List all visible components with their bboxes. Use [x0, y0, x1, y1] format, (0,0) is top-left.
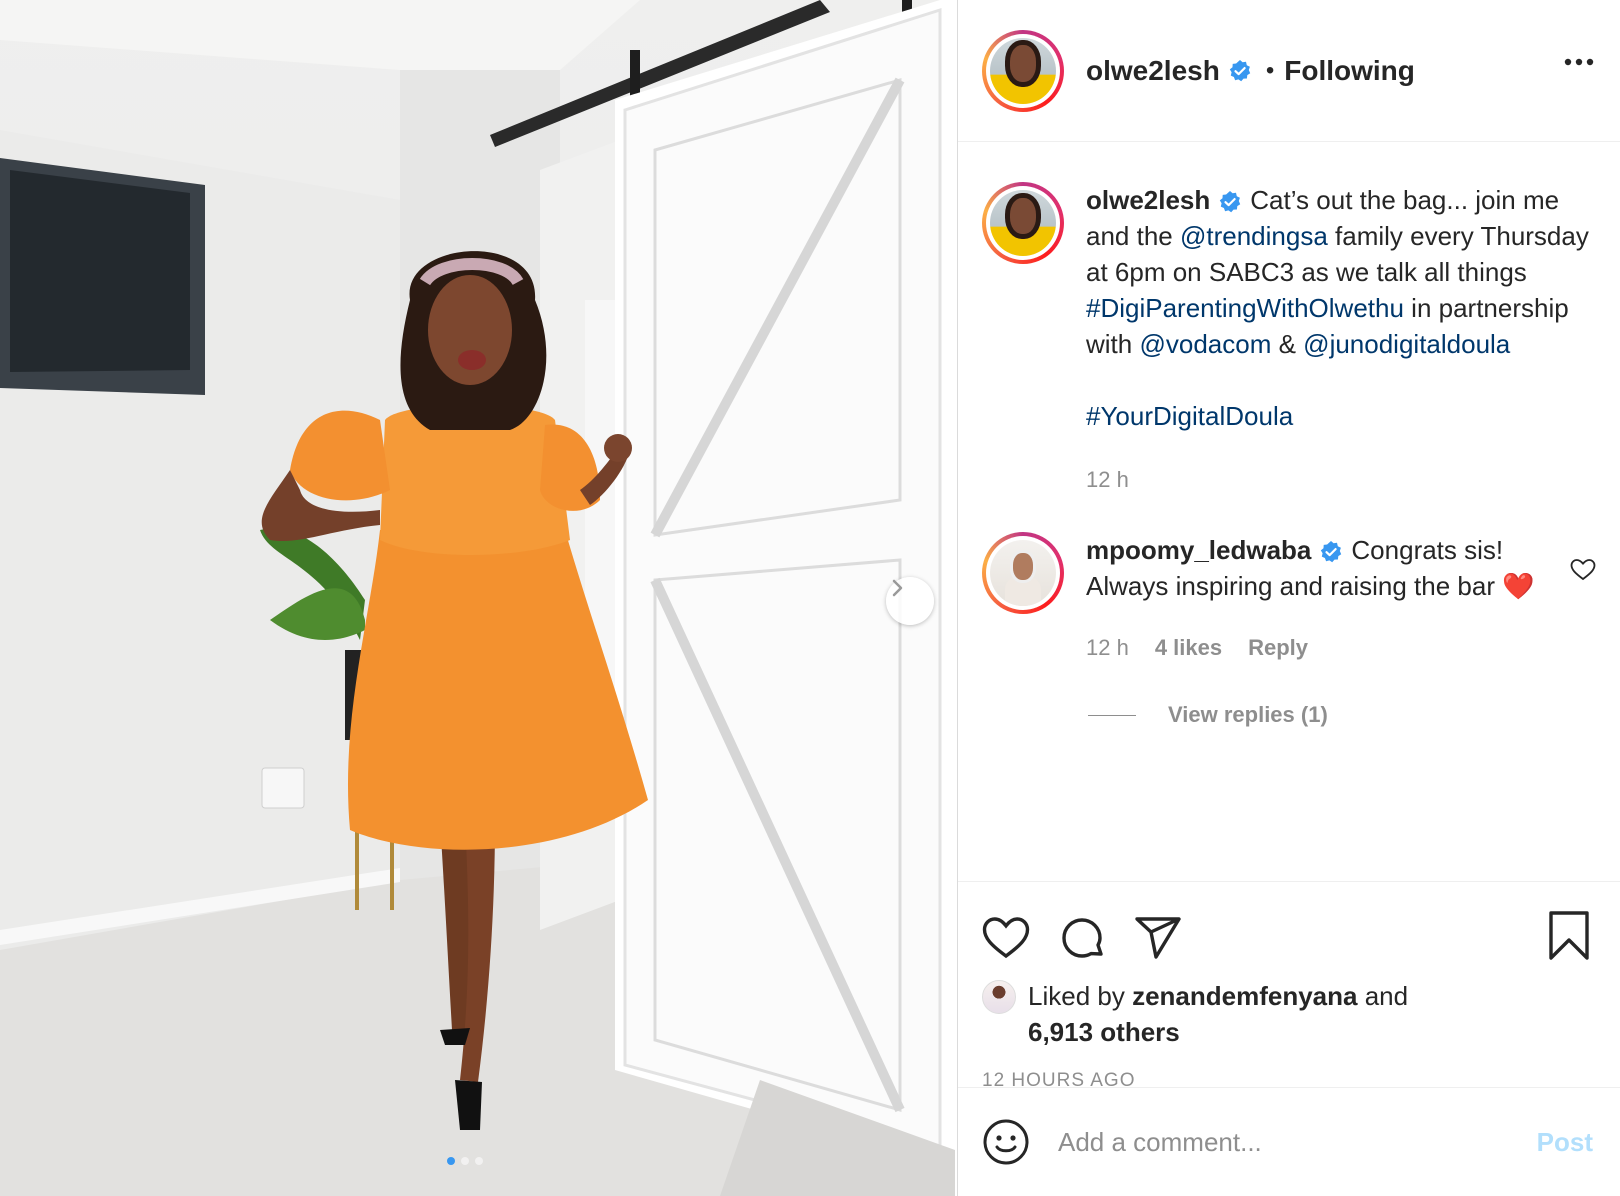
replies-divider — [1088, 714, 1136, 716]
following-button[interactable]: Following — [1284, 55, 1415, 87]
action-bar — [982, 882, 1597, 982]
mention-link[interactable]: @trendingsa — [1180, 221, 1328, 251]
add-comment-bar: Post — [958, 1087, 1620, 1196]
comment-input[interactable] — [1058, 1126, 1537, 1158]
emoji-icon[interactable] — [982, 1118, 1030, 1166]
caption: olwe2lesh Cat’s out the bag... join me an… — [982, 182, 1596, 498]
avatar-image — [990, 540, 1056, 606]
author-username[interactable]: olwe2lesh — [1086, 55, 1220, 87]
hashtag-link[interactable]: #YourDigitalDoula — [1086, 401, 1293, 431]
caption-text: & — [1271, 329, 1304, 359]
separator-bullet: • — [1265, 56, 1275, 84]
verified-icon — [1229, 59, 1251, 81]
carousel-dot-2 — [461, 1157, 469, 1165]
comment-likes[interactable]: 4 likes — [1155, 630, 1222, 666]
chevron-right-icon — [892, 579, 903, 597]
post-photo[interactable] — [0, 0, 955, 1196]
post-header: olwe2lesh • Following — [958, 0, 1620, 142]
post-actions-area: Liked by zenandemfenyana and 6,913 other… — [958, 881, 1620, 1092]
commenter-avatar[interactable] — [982, 532, 1064, 614]
likes-prefix: Liked by — [1028, 981, 1133, 1011]
carousel-dot-3 — [475, 1157, 483, 1165]
liker-avatar[interactable] — [982, 980, 1016, 1014]
reply-button[interactable]: Reply — [1248, 630, 1308, 666]
verified-icon — [1220, 191, 1241, 213]
mention-link[interactable]: @vodacom — [1139, 329, 1271, 359]
avatar-image — [990, 37, 1056, 104]
caption-time[interactable]: 12 h — [1086, 462, 1129, 498]
heart-icon[interactable] — [982, 916, 1030, 960]
heart-emoji: ❤️ — [1502, 571, 1535, 601]
comments-list: olwe2lesh Cat’s out the bag... join me an… — [958, 142, 1620, 882]
comment-icon[interactable] — [1058, 914, 1106, 962]
comment-time[interactable]: 12 h — [1086, 630, 1129, 666]
carousel-dot-1 — [447, 1157, 455, 1165]
comment-item: mpoomy_ledwaba Congrats sis! Always inspi… — [982, 532, 1596, 666]
liker-username[interactable]: zenandemfenyana — [1132, 981, 1357, 1011]
avatar-image — [990, 190, 1056, 256]
bookmark-icon[interactable] — [1547, 910, 1591, 962]
mention-link[interactable]: @junodigitaldoula — [1303, 329, 1510, 359]
caption-avatar[interactable] — [982, 182, 1064, 264]
post-comment-button[interactable]: Post — [1537, 1127, 1593, 1158]
view-replies-label: View replies (1) — [1168, 702, 1328, 727]
comment-like-icon[interactable] — [1570, 558, 1596, 582]
view-replies-button[interactable]: View replies (1) — [1088, 702, 1596, 728]
author-avatar[interactable] — [982, 29, 1064, 112]
share-icon[interactable] — [1134, 915, 1182, 961]
likes-summary: Liked by zenandemfenyana and 6,913 other… — [982, 978, 1597, 1050]
carousel-next-button[interactable] — [886, 577, 934, 625]
hashtag-link[interactable]: #DigiParentingWithOlwethu — [1086, 293, 1404, 323]
more-icon[interactable] — [1564, 58, 1594, 66]
verified-icon — [1321, 541, 1342, 563]
likes-middle: and — [1357, 981, 1409, 1011]
photo-scene — [0, 0, 955, 1196]
likes-others-count[interactable]: 6,913 others — [1028, 1017, 1180, 1047]
caption-username[interactable]: olwe2lesh — [1086, 185, 1210, 215]
carousel-indicator — [447, 1157, 483, 1165]
post-side-panel: olwe2lesh • Following olwe2lesh Cat’s out… — [957, 0, 1620, 1196]
commenter-username[interactable]: mpoomy_ledwaba — [1086, 535, 1311, 565]
